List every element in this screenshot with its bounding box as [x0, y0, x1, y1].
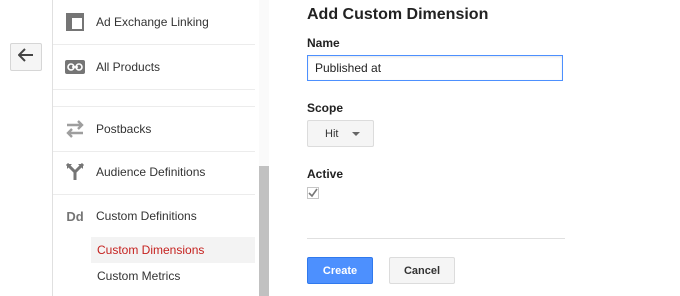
ad-exchange-icon [64, 11, 86, 33]
sidebar-subitem-custom-metrics[interactable]: Custom Metrics [91, 263, 255, 289]
dd-icon: Dd [66, 208, 84, 224]
left-gutter [0, 0, 53, 296]
checkmark-icon [308, 188, 318, 198]
sidebar-item-label: All Products [96, 60, 161, 74]
active-label: Active [307, 167, 344, 181]
sidebar-item-label: Postbacks [96, 122, 152, 136]
sidebar-item-all-products[interactable]: All Products [53, 45, 255, 90]
nav-scrollbar-thumb[interactable] [259, 166, 269, 296]
create-button[interactable]: Create [307, 257, 373, 284]
scope-select[interactable]: Hit [307, 120, 374, 147]
audience-icon [64, 161, 86, 183]
name-label: Name [307, 36, 340, 50]
link-icon [64, 56, 86, 78]
scope-label: Scope [307, 101, 344, 115]
name-field[interactable] [307, 55, 563, 81]
sidebar-item-label: Ad Exchange Linking [96, 15, 209, 29]
sidebar-item-postbacks[interactable]: Postbacks [53, 106, 255, 152]
sidebar-item-label: Custom Definitions [96, 209, 197, 223]
back-arrow-icon [17, 47, 34, 67]
sidebar-subitem-custom-dimensions[interactable]: Custom Dimensions [91, 237, 255, 263]
active-checkbox[interactable] [307, 187, 319, 199]
sidebar-item-audience-definitions[interactable]: Audience Definitions [53, 150, 255, 195]
sidebar-item-custom-definitions[interactable]: Dd Custom Definitions [53, 194, 255, 238]
chevron-down-icon [352, 131, 361, 136]
page-title: Add Custom Dimension [307, 6, 489, 23]
sidebar-nav: Ad Exchange Linking All Products Postbac… [53, 0, 255, 296]
sidebar-item-label: Audience Definitions [96, 165, 206, 179]
sidebar-item-ad-exchange-linking[interactable]: Ad Exchange Linking [53, 0, 255, 45]
scope-selected-value: Hit [325, 127, 339, 140]
back-button[interactable] [10, 43, 42, 71]
form-divider [307, 238, 565, 239]
custom-dimension-form: Add Custom Dimension Name Scope Hit Acti… [307, 0, 607, 296]
postbacks-icon [64, 118, 86, 140]
cancel-button[interactable]: Cancel [389, 257, 455, 284]
